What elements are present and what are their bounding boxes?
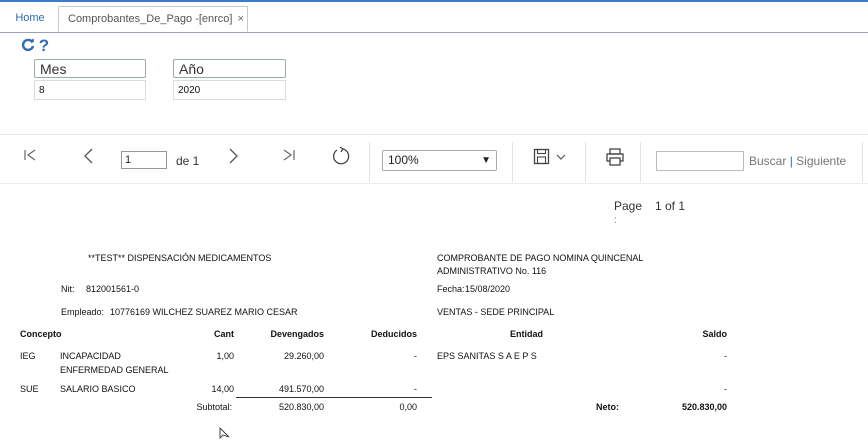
print-icon[interactable]: [605, 148, 625, 171]
toolbar-separator: [512, 142, 513, 182]
row1-deducidos: -: [414, 351, 417, 361]
refresh-icon[interactable]: [21, 36, 39, 55]
top-accent-line: [0, 0, 868, 2]
toolbar-separator: [369, 142, 370, 182]
neto-label: Neto:: [596, 402, 619, 412]
subtotal-devengados: 520.830,00: [278, 402, 324, 412]
col-cant: Cant: [214, 329, 234, 339]
col-deducidos: Deducidos: [370, 329, 417, 339]
company-name: **TEST** DISPENSACIÓN MEDICAMENTOS: [88, 253, 272, 263]
tab-bar: Home Comprobantes_De_Pago -[enrco] ×: [0, 0, 868, 33]
col-saldo: Saldo: [702, 329, 727, 339]
row1-devengados: 29.260,00: [283, 351, 324, 361]
page-colon: :: [614, 215, 617, 226]
chevron-down-icon: ▼: [481, 155, 491, 166]
page-number-input[interactable]: 1: [121, 151, 167, 169]
refresh-report-icon[interactable]: [331, 146, 351, 171]
fecha-value: 15/08/2020: [465, 284, 511, 294]
help-icon[interactable]: ?: [39, 36, 49, 55]
toolbar-separator: [585, 142, 586, 182]
nit-value: 812001561-0: [86, 284, 140, 294]
empleado-value: 10776169 WILCHEZ SUAREZ MARIO CESAR: [110, 307, 298, 317]
zoom-select[interactable]: 100% ▼: [382, 150, 497, 171]
find-separator: |: [789, 154, 793, 168]
row2-devengados: 491.570,00: [278, 384, 324, 394]
row2-saldo: -: [724, 384, 727, 394]
mes-input[interactable]: 8: [34, 80, 146, 100]
doc-title-line2: ADMINISTRATIVO No. 116: [437, 266, 547, 276]
subtotal-rule: [236, 397, 432, 398]
row2-code: SUE: [20, 384, 39, 394]
col-concepto: Concepto: [20, 329, 62, 339]
divider: [0, 134, 868, 135]
row1-saldo: -: [724, 351, 727, 361]
anio-input[interactable]: 2020: [173, 80, 286, 100]
tab-comprobantes[interactable]: Comprobantes_De_Pago -[enrco] ×: [58, 6, 248, 32]
nit-label: Nit:: [61, 284, 75, 294]
sede: VENTAS - SEDE PRINCIPAL: [437, 307, 555, 317]
row1-desc2: ENFERMEDAD GENERAL: [60, 365, 169, 375]
row1-cant: 1,00: [216, 351, 234, 361]
report-toolbar: ?: [21, 36, 49, 56]
anio-label: Año: [173, 59, 286, 78]
row1-desc1: INCAPACIDAD: [60, 351, 121, 361]
find-controls: Buscar | Siguiente: [749, 154, 846, 168]
subtotal-label: Subtotal:: [196, 402, 232, 412]
toolbar-separator: [862, 142, 863, 182]
toolbar-separator: [640, 142, 641, 182]
fecha-label: Fecha:: [437, 284, 465, 294]
page-label: Page: [614, 199, 643, 213]
last-page-icon[interactable]: [281, 147, 297, 168]
next-page-icon[interactable]: [226, 147, 240, 170]
col-devengados: Devengados: [270, 329, 324, 339]
page-count-text: de 1: [176, 154, 200, 168]
zoom-value: 100%: [388, 153, 419, 167]
tab-close-icon[interactable]: ×: [238, 13, 244, 25]
row2-desc1: SALARIO BASICO: [60, 384, 136, 394]
row2-deducidos: -: [414, 384, 417, 394]
previous-page-icon[interactable]: [82, 147, 96, 170]
mouse-cursor-icon: [219, 426, 231, 444]
row1-entidad: EPS SANITAS S A E P S: [437, 351, 537, 361]
page-value: 1 of 1: [655, 199, 686, 213]
col-entidad: Entidad: [510, 329, 543, 339]
row1-code: IEG: [20, 351, 36, 361]
find-button[interactable]: Buscar: [749, 154, 786, 168]
doc-title-line1: COMPROBANTE DE PAGO NOMINA QUINCENAL: [437, 253, 644, 263]
search-input[interactable]: [656, 151, 744, 171]
find-next-button[interactable]: Siguiente: [796, 154, 846, 168]
tab-home[interactable]: Home: [6, 6, 54, 32]
subtotal-deducidos: 0,00: [399, 402, 417, 412]
mes-label: Mes: [34, 59, 146, 78]
tab-comprobantes-label: Comprobantes_De_Pago -[enrco]: [68, 13, 233, 25]
first-page-icon[interactable]: [22, 147, 38, 167]
row2-cant: 14,00: [211, 384, 234, 394]
neto-value: 520.830,00: [681, 402, 727, 412]
export-save-icon[interactable]: [533, 148, 569, 171]
empleado-label: Empleado:: [61, 307, 105, 317]
